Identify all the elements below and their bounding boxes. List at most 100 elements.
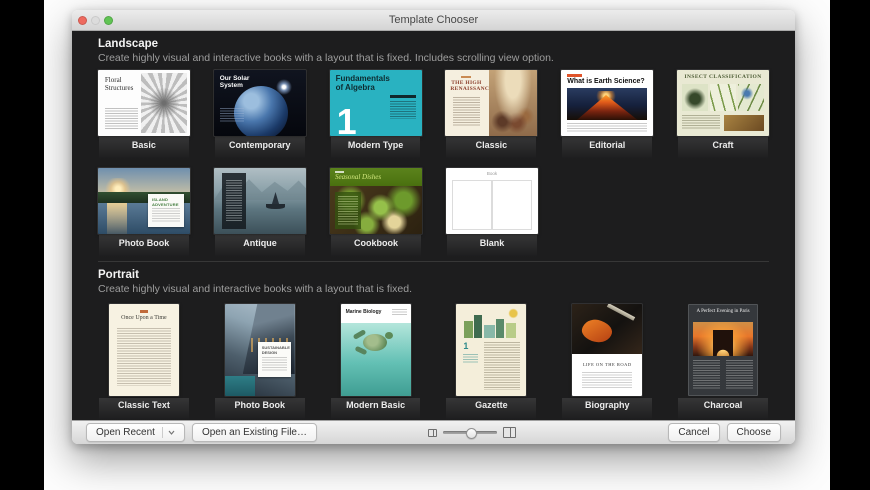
recipe-panel: [335, 192, 361, 229]
chevron-down-icon: [161, 427, 175, 438]
blank-column-left: [452, 180, 492, 230]
left-black-bar: [0, 0, 44, 490]
turtle-head: [384, 332, 393, 339]
open-recent-dropdown[interactable]: Open Recent: [86, 423, 185, 442]
sun-glare: [275, 79, 292, 95]
template-item-charcoal[interactable]: A Perfect Evening in Paris Charcoal: [665, 304, 781, 420]
template-item-biography[interactable]: LIFE ON THE ROAD Biography: [549, 304, 665, 420]
cover-title: A Perfect Evening in Paris: [696, 309, 750, 314]
cover-numeral: 1: [336, 101, 357, 137]
section-divider: [98, 261, 769, 262]
text-placeholder-lines: [453, 97, 481, 127]
template-thumbnail-photo-book-portrait: SUSTAINABLE DESIGN: [224, 304, 295, 396]
template-item-classic[interactable]: THE HIGH RENAISSANCE Classic: [433, 70, 549, 159]
template-thumbnail-contemporary: Our Solar System: [213, 70, 306, 136]
template-label: Classic Text: [117, 400, 170, 410]
soil-photo: [724, 115, 765, 131]
screen-background: Template Chooser Landscape Create highly…: [0, 0, 870, 490]
minimize-button-disabled: [91, 16, 100, 25]
template-label: Biography: [584, 400, 630, 410]
template-thumbnail-modern-basic: Marine Biology: [340, 304, 411, 396]
dialog-actions: Cancel Choose: [668, 421, 781, 444]
template-item-cookbook[interactable]: Seasonal Dishes Cookbook: [318, 168, 434, 257]
sun-reflection: [107, 203, 127, 234]
slider-thumb[interactable]: [465, 428, 477, 439]
footer-bar: Open Recent Open an Existing File… Cance…: [72, 420, 795, 444]
open-existing-file-button[interactable]: Open an Existing File…: [191, 423, 317, 442]
text-placeholder-lines: [582, 372, 633, 388]
template-label: Blank: [479, 238, 505, 248]
text-placeholder-lines: [261, 357, 287, 372]
template-thumbnail-photo-book: ISLAND ADVENTURE: [98, 168, 190, 234]
ornament: [139, 310, 148, 313]
template-item-modern-type[interactable]: Fundamentals of Algebra 1 Modern Type: [318, 70, 434, 159]
flower-photo: [140, 73, 187, 133]
template-item-craft[interactable]: INSECT CLASSIFICATION Craft: [665, 70, 781, 159]
thumbnail-size-slider[interactable]: [443, 428, 497, 439]
template-thumbnail-charcoal: A Perfect Evening in Paris: [688, 304, 759, 396]
template-item-contemporary[interactable]: Our Solar System Contemporary: [202, 70, 318, 159]
template-thumbnail-modern-type: Fundamentals of Algebra 1: [329, 70, 422, 137]
ship-hull: [266, 204, 285, 209]
template-label: Classic: [475, 140, 508, 150]
template-label: Cookbook: [354, 238, 398, 248]
template-item-classic-text[interactable]: Once Upon a Time Classic Text: [86, 304, 202, 420]
cover-title: THE HIGH RENAISSANCE: [450, 80, 494, 92]
text-placeholder-lines: [338, 196, 358, 225]
template-item-editorial[interactable]: What is Earth Science? Editorial: [549, 70, 665, 159]
template-label: Contemporary: [228, 140, 291, 150]
choose-button[interactable]: Choose: [726, 423, 781, 442]
traffic-lights: [78, 16, 113, 25]
cover-title: What is Earth Science?: [567, 78, 645, 85]
cover-title: Book: [486, 171, 498, 176]
cover-title: Seasonal Dishes: [335, 173, 382, 181]
text-placeholder-lines: [391, 309, 407, 315]
window-title: Template Chooser: [388, 14, 479, 26]
template-item-modern-basic[interactable]: Marine Biology Modern Basic: [318, 304, 434, 420]
cancel-label: Cancel: [678, 427, 710, 438]
cancel-button[interactable]: Cancel: [668, 423, 720, 442]
landscape-row-1: Floral Structures Basic Our Solar System…: [86, 70, 781, 159]
template-item-basic[interactable]: Floral Structures Basic: [86, 70, 202, 159]
arc-de-triomphe-silhouette: [713, 330, 734, 356]
cover-title: Marine Biology: [345, 309, 382, 315]
template-label: Modern Type: [347, 140, 404, 150]
cover-title: Floral Structures: [104, 76, 134, 92]
open-existing-file-label: Open an Existing File…: [201, 427, 307, 438]
portrait-section-description: Create highly visual and interactive boo…: [98, 283, 413, 295]
blank-column-right: [492, 180, 532, 230]
template-label: Basic: [131, 140, 156, 150]
landscape-section-description: Create highly visual and interactive boo…: [98, 52, 554, 64]
template-thumbnail-editorial: What is Earth Science?: [561, 70, 654, 136]
landscape-section-title: Landscape: [98, 38, 159, 50]
small-book-icon: [428, 428, 437, 437]
text-placeholder-lines: [567, 123, 648, 132]
close-button[interactable]: [78, 16, 87, 25]
template-gallery: Landscape Create highly visual and inter…: [72, 31, 795, 420]
template-item-antique[interactable]: Antique: [202, 168, 318, 257]
cover-title: Once Upon a Time: [121, 315, 167, 321]
cover-title: Fundamentals of Algebra: [335, 74, 390, 92]
template-label: Editorial: [589, 140, 626, 150]
portrait-row: Once Upon a Time Classic Text SUSTAINABL…: [86, 304, 781, 420]
text-placeholder-lines: [726, 360, 754, 390]
botanical-panel: [710, 84, 737, 111]
kicker-bar: [567, 74, 583, 77]
template-item-photo-book-landscape[interactable]: ISLAND ADVENTURE Photo Book: [86, 168, 202, 257]
volcano-photo: [567, 88, 648, 120]
cover-title: INSECT CLASSIFICATION: [684, 74, 762, 80]
template-label: Gazette: [475, 400, 508, 410]
template-label: Charcoal: [703, 400, 743, 410]
template-thumbnail-gazette: 1: [456, 304, 527, 396]
zoom-button[interactable]: [104, 16, 113, 25]
ornament: [461, 76, 472, 78]
template-item-photo-book-portrait[interactable]: SUSTAINABLE DESIGN Photo Book: [202, 304, 318, 420]
template-thumbnail-classic-text: Once Upon a Time: [108, 304, 179, 396]
titlebar: Template Chooser: [72, 10, 795, 31]
template-thumbnail-cookbook: Seasonal Dishes: [330, 168, 422, 234]
landscape-row-2: ISLAND ADVENTURE Photo Book Antique Seas…: [86, 168, 781, 257]
text-placeholder-lines: [152, 208, 180, 222]
template-item-gazette[interactable]: 1 Gazette: [433, 304, 549, 420]
template-item-blank[interactable]: Book Blank: [434, 168, 550, 257]
text-placeholder-lines: [226, 180, 242, 222]
